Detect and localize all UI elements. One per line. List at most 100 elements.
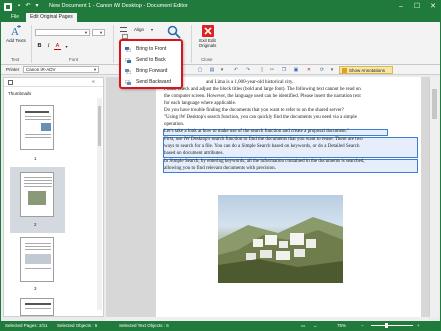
app-window: ▪ ↶ ▾ New Document 1 - Canon iW Desktop … [0, 0, 441, 331]
show-annotations-button[interactable]: Show Annotations [339, 66, 393, 74]
svg-text:A: A [11, 26, 19, 37]
exit-edit-originals-button[interactable]: Exit Edit Originals [194, 25, 221, 48]
doc-line[interactable]: and Lima is a 1,000-year-old historical … [206, 80, 293, 85]
copy-icon[interactable]: ❐ [281, 67, 287, 73]
close-group-label: Close [201, 57, 213, 62]
font-size-combo[interactable]: ▼ [92, 29, 105, 36]
town-photo-image[interactable] [218, 195, 343, 283]
zoom-slider[interactable] [371, 325, 413, 326]
font-color-dropdown-icon[interactable]: ▾ [63, 43, 70, 50]
tab-edit-original-pages[interactable]: Edit Original Pages [26, 13, 77, 22]
dropdown-icon[interactable]: ▾ [219, 67, 225, 73]
scrollbar-thumb[interactable] [432, 89, 437, 119]
bring-forward-icon [125, 69, 132, 75]
quick-undo-icon[interactable]: ↶ [24, 2, 32, 11]
page-thumbnail-3[interactable] [20, 237, 54, 282]
status-selected-pages: Selected Pages: 2/11 [5, 323, 48, 328]
doc-line[interactable]: Please check and adjust the block titles… [164, 87, 361, 92]
bold-button[interactable]: B [36, 43, 43, 50]
align-button[interactable]: Align ▾ [120, 25, 160, 34]
page-thumbnail-1[interactable] [20, 105, 54, 150]
group-divider [31, 25, 32, 63]
show-annotations-label: Show Annotations [349, 68, 386, 73]
quick-access-dropdown-icon[interactable]: ▾ [33, 2, 41, 11]
window-title: New Document 1 - Canon iW Desktop - Docu… [49, 3, 188, 9]
rotate-dropdown-icon[interactable]: ▾ [329, 67, 335, 73]
doc-line[interactable]: operation. [164, 122, 184, 127]
snap-icon[interactable]: ▢ [197, 67, 203, 73]
cut-icon[interactable]: ✂ [269, 67, 275, 73]
chevron-down-icon: ▾ [151, 27, 154, 32]
redo-icon[interactable]: ↷ [245, 67, 251, 73]
undo-icon[interactable]: ↶ [233, 67, 239, 73]
thumbnails-title: Thumbnails [8, 91, 32, 96]
doc-line-selected[interactable]: In Simple Search, by entering keywords, … [164, 159, 365, 164]
maximize-button[interactable]: ☐ [409, 1, 425, 13]
send-backward-icon [124, 79, 131, 85]
doc-line[interactable]: "Using iW Desktop's search function, you… [164, 115, 357, 120]
menu-item-send-backward[interactable]: Send Backward [124, 78, 180, 87]
doc-line-selected[interactable]: ways to search for a file. You can do a … [164, 144, 360, 149]
bring-to-front-icon [125, 47, 132, 53]
quick-save-icon[interactable]: ▪ [15, 2, 23, 11]
menu-item-send-to-back[interactable]: Send to Back [124, 56, 180, 65]
pages-icon[interactable]: ▤ [209, 67, 215, 73]
zoom-in-icon[interactable]: + [417, 323, 420, 328]
thumbnail-panel: « Thumbnails 1 2 3 [3, 77, 104, 317]
panel-header: « [4, 78, 103, 87]
doc-line-selected[interactable]: allowing you to find relevant documents … [164, 166, 276, 171]
page-number-2: 2 [34, 222, 37, 227]
doc-line-selected[interactable]: Let's take a look at how to make use of … [164, 129, 349, 134]
document-page[interactable]: and Lima is a 1,000-year-old historical … [156, 77, 421, 317]
font-color-button[interactable]: A [54, 43, 61, 50]
printer-select[interactable]: Canon iR-ADV ▼ [23, 66, 99, 73]
add-texts-label: Add Texts [6, 38, 26, 43]
delete-icon[interactable]: ✕ [306, 67, 312, 73]
printer-label: Printer [6, 67, 20, 72]
menu-item-label: Bring to Front [136, 46, 167, 52]
rotate-icon[interactable]: ⟳ [319, 67, 325, 73]
page-number-3: 3 [34, 286, 37, 291]
panel-menu-icon[interactable] [8, 80, 13, 85]
app-icon [4, 3, 12, 11]
page-number-1: 1 [34, 156, 37, 161]
menu-item-label: Bring Forward [136, 68, 168, 74]
chevron-down-icon: ▼ [99, 30, 103, 35]
fit-page-icon[interactable]: ▭ [301, 323, 305, 329]
menu-item-bring-forward[interactable]: Bring Forward [124, 67, 180, 76]
search-icon[interactable] [167, 25, 181, 39]
tab-file[interactable]: File [7, 13, 23, 22]
fit-width-icon[interactable]: ↔ [313, 323, 318, 328]
exit-close-icon [201, 25, 214, 37]
printer-value: Canon iR-ADV [26, 67, 56, 72]
doc-line[interactable]: the computer screen. However, the langua… [164, 94, 361, 99]
zoom-out-icon[interactable]: − [361, 323, 364, 328]
document-vertical-scrollbar[interactable] [429, 77, 439, 317]
add-text-icon: A [11, 25, 21, 37]
panel-scrollbar-thumb[interactable] [98, 106, 101, 146]
chevron-down-icon: ▼ [84, 30, 88, 35]
paste-icon[interactable]: ▣ [293, 67, 299, 73]
status-bar: Selected Pages: 2/11 Selected Objects : … [1, 321, 440, 331]
page-thumbnail-2[interactable] [20, 172, 54, 217]
zoom-slider-handle[interactable] [385, 323, 388, 328]
font-name-combo[interactable]: ▼ [35, 29, 90, 36]
doc-line[interactable]: Do you have trouble finding the document… [164, 108, 344, 113]
align-label: Align [134, 27, 145, 32]
collapse-panel-icon[interactable]: « [92, 79, 95, 85]
align-icon [120, 27, 127, 32]
annotation-icon [342, 68, 347, 73]
exit-edit-originals-label: Exit Edit Originals [198, 38, 217, 48]
minimize-button[interactable]: – [393, 1, 409, 13]
close-window-button[interactable]: ✕ [425, 1, 441, 13]
italic-button[interactable]: I [45, 43, 52, 50]
menu-item-bring-to-front[interactable]: Bring to Front [124, 45, 180, 54]
add-texts-button[interactable]: A Add Texts [5, 25, 27, 43]
status-selected-objects: Selected Objects : 6 [57, 323, 98, 328]
status-selected-text-objects: Selected Text Objects : 6 [119, 323, 169, 328]
text-group-label: Text [11, 57, 20, 62]
doc-line-selected[interactable]: based on document attributes. [164, 151, 224, 156]
doc-line[interactable]: for each language where applicable. [164, 101, 236, 106]
doc-line-selected[interactable]: First, use iW Desktop's search function … [164, 137, 363, 142]
page-thumbnail-4[interactable] [20, 298, 54, 316]
